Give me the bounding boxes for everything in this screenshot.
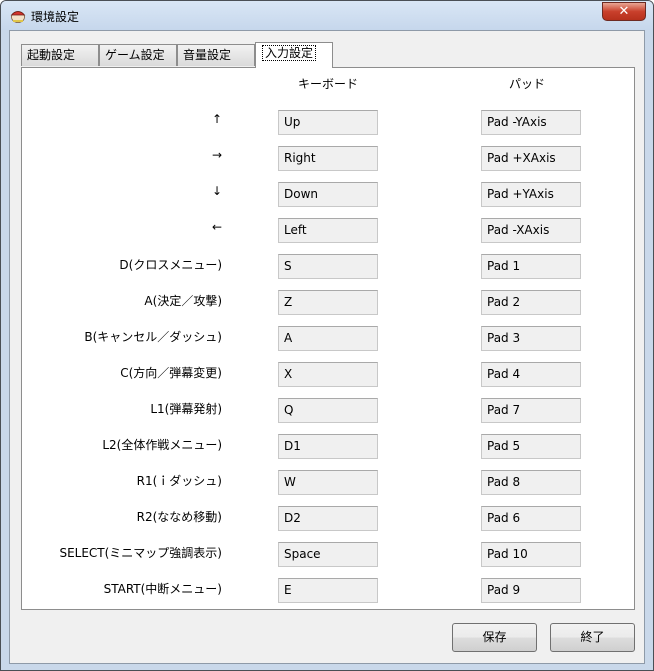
settings-window: 環境設定 ✕ 起動設定 ゲーム設定 音量設定 入力設定 キーボード パッド ↑ …	[0, 0, 654, 671]
pad-field-d[interactable]: Pad 1	[481, 254, 581, 279]
pad-field-a[interactable]: Pad 2	[481, 290, 581, 315]
tab-volume-label: 音量設定	[183, 48, 232, 62]
pad-field-r1[interactable]: Pad 8	[481, 470, 581, 495]
key-field-c[interactable]: X	[278, 362, 378, 387]
key-field-l2[interactable]: D1	[278, 434, 378, 459]
key-field-r2[interactable]: D2	[278, 506, 378, 531]
pad-field-c[interactable]: Pad 4	[481, 362, 581, 387]
tab-input-label: 入力設定	[262, 45, 317, 61]
keyboard-column-header: キーボード	[298, 77, 359, 91]
pad-field-l2[interactable]: Pad 5	[481, 434, 581, 459]
row-label-l1: L1(弾幕発射)	[150, 402, 222, 416]
row-label-b: B(キャンセル／ダッシュ)	[84, 330, 222, 344]
row-label-select: SELECT(ミニマップ強調表示)	[59, 546, 222, 560]
row-label-r1: R1(ｉダッシュ)	[136, 474, 222, 488]
exit-button[interactable]: 終了	[550, 623, 635, 652]
row-label-left: ←	[211, 220, 222, 234]
window-title: 環境設定	[31, 10, 80, 24]
pad-field-left[interactable]: Pad -XAxis	[481, 218, 581, 243]
pad-field-r2[interactable]: Pad 6	[481, 506, 581, 531]
pad-column-header: パッド	[509, 77, 546, 91]
row-label-r2: R2(ななめ移動)	[136, 510, 222, 524]
row-label-right: →	[211, 148, 222, 162]
row-label-down: ↓	[211, 184, 222, 198]
key-field-b[interactable]: A	[278, 326, 378, 351]
key-field-a[interactable]: Z	[278, 290, 378, 315]
client-area: 起動設定 ゲーム設定 音量設定 入力設定 キーボード パッド ↑ Up Pad …	[9, 30, 645, 664]
input-settings-panel: キーボード パッド ↑ Up Pad -YAxis → Right Pad +X…	[21, 67, 635, 610]
key-field-d[interactable]: S	[278, 254, 378, 279]
tab-startup-label: 起動設定	[27, 48, 76, 62]
tab-game-label: ゲーム設定	[105, 48, 165, 62]
pad-field-right[interactable]: Pad +XAxis	[481, 146, 581, 171]
pad-field-l1[interactable]: Pad 7	[481, 398, 581, 423]
tab-volume[interactable]: 音量設定	[177, 44, 255, 66]
key-field-up[interactable]: Up	[278, 110, 378, 135]
tab-startup[interactable]: 起動設定	[21, 44, 99, 66]
pad-field-start[interactable]: Pad 9	[481, 578, 581, 603]
tab-game[interactable]: ゲーム設定	[99, 44, 177, 66]
row-label-c: C(方向／弾幕変更)	[120, 366, 222, 380]
title-bar[interactable]: 環境設定 ✕	[1, 1, 653, 30]
pad-field-down[interactable]: Pad +YAxis	[481, 182, 581, 207]
key-field-start[interactable]: E	[278, 578, 378, 603]
save-button[interactable]: 保存	[452, 623, 537, 652]
pad-field-select[interactable]: Pad 10	[481, 542, 581, 567]
key-field-left[interactable]: Left	[278, 218, 378, 243]
key-field-select[interactable]: Space	[278, 542, 378, 567]
row-label-d: D(クロスメニュー)	[119, 258, 222, 272]
row-label-up: ↑	[211, 112, 222, 126]
pad-field-b[interactable]: Pad 3	[481, 326, 581, 351]
row-label-start: START(中断メニュー)	[103, 582, 222, 596]
key-field-right[interactable]: Right	[278, 146, 378, 171]
close-button[interactable]: ✕	[602, 2, 646, 21]
tab-input[interactable]: 入力設定	[255, 42, 333, 68]
app-icon	[10, 11, 26, 23]
key-field-r1[interactable]: W	[278, 470, 378, 495]
close-icon: ✕	[618, 4, 630, 19]
pad-field-up[interactable]: Pad -YAxis	[481, 110, 581, 135]
row-label-a: A(決定／攻撃)	[144, 294, 222, 308]
key-field-l1[interactable]: Q	[278, 398, 378, 423]
key-field-down[interactable]: Down	[278, 182, 378, 207]
row-label-l2: L2(全体作戦メニュー)	[102, 438, 222, 452]
